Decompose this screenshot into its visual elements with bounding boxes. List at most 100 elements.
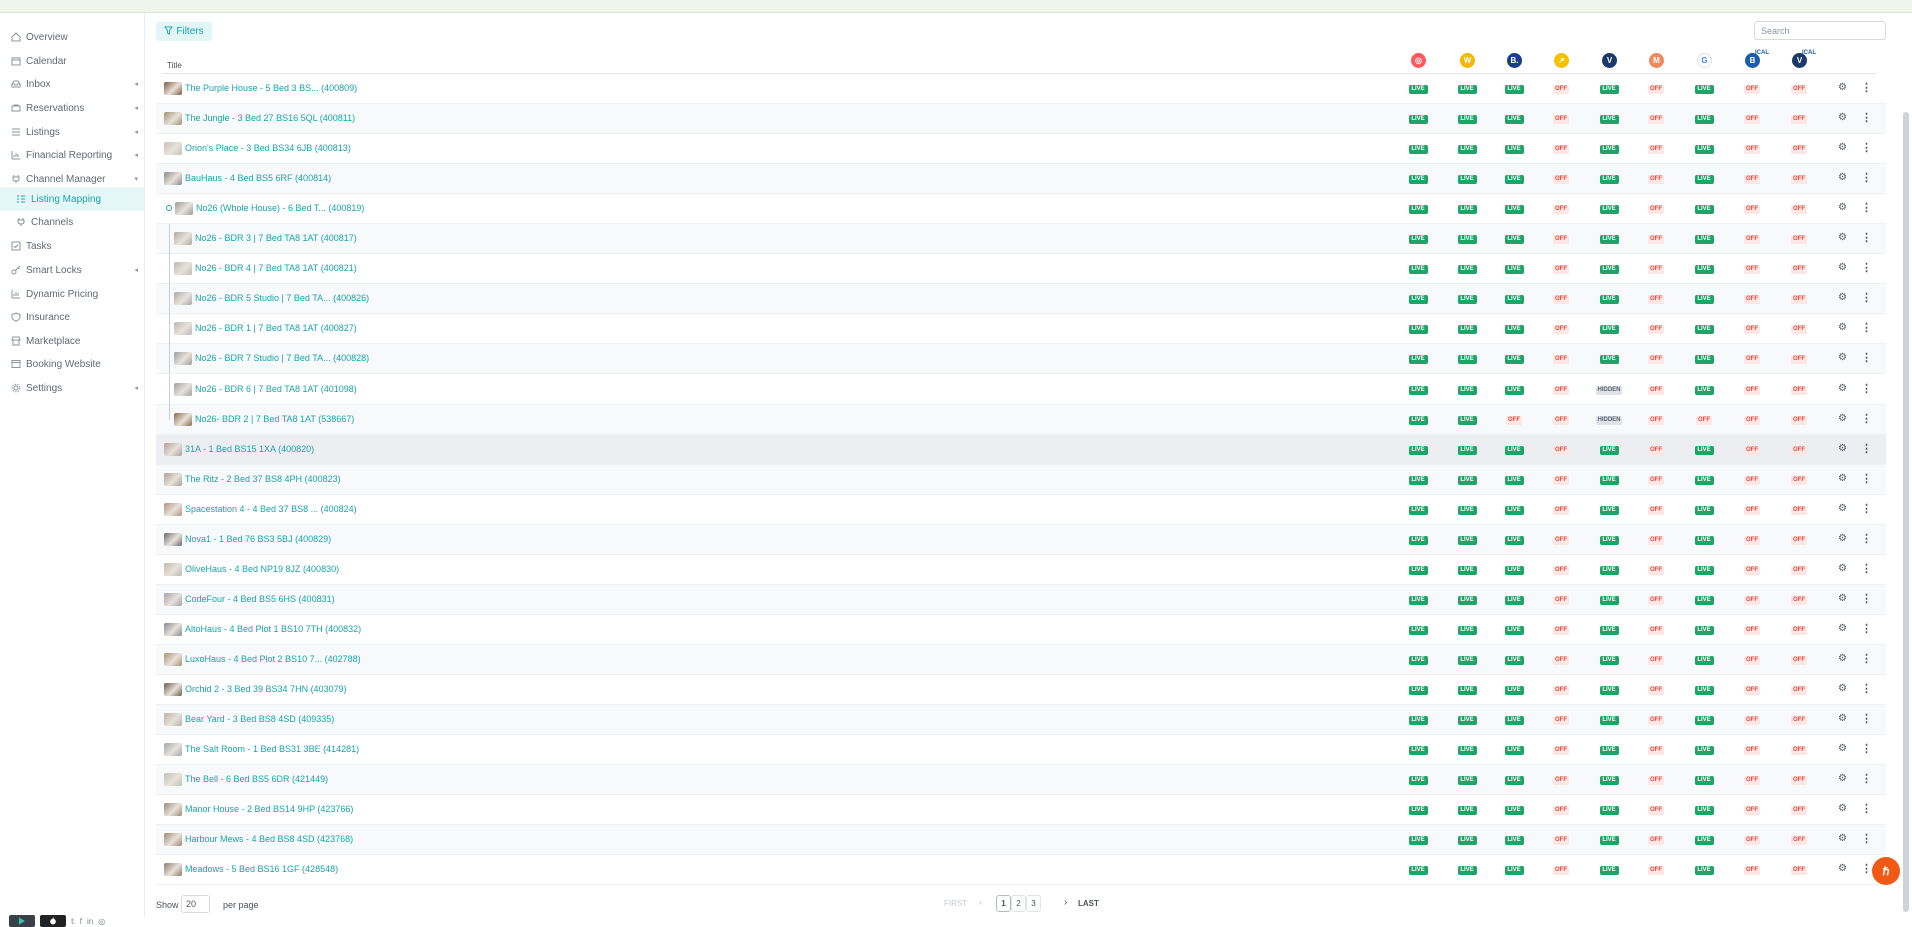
more-options-icon[interactable]: ⋮ (1861, 141, 1872, 154)
sidebar-item-financial-reporting[interactable]: Financial Reporting ◂ (0, 143, 144, 167)
table-row[interactable]: No26 - BDR 6 | 7 Bed TA8 1AT (401098) LIV… (156, 374, 1886, 405)
sidebar-item-smart-locks[interactable]: Smart Locks ◂ (0, 258, 144, 282)
status-badge[interactable]: LIVE (1504, 866, 1524, 876)
status-badge[interactable]: LIVE (1408, 866, 1428, 876)
settings-gear-icon[interactable]: ⚙ (1838, 383, 1847, 394)
settings-gear-icon[interactable]: ⚙ (1838, 503, 1847, 514)
table-row[interactable]: The Bell - 6 Bed BS5 6DR (421449) LIVE LIV… (156, 765, 1886, 796)
status-badge[interactable]: OFF (1791, 445, 1807, 455)
status-badge[interactable]: OFF (1648, 866, 1664, 876)
status-badge[interactable]: OFF (1553, 175, 1569, 185)
status-badge[interactable]: LIVE (1599, 686, 1619, 695)
status-badge[interactable]: OFF (1648, 475, 1664, 485)
status-badge[interactable]: OFF (1744, 145, 1760, 155)
listing-title-link[interactable]: The Purple House - 5 Bed 3 BS... (400809… (185, 83, 357, 93)
status-badge[interactable]: LIVE (1457, 355, 1477, 365)
status-badge[interactable]: OFF (1648, 836, 1664, 846)
sidebar-item-insurance[interactable]: Insurance (0, 305, 144, 329)
listing-title-link[interactable]: Harbour Mews - 4 Bed BS8 4SD (423768) (185, 834, 353, 844)
status-badge[interactable]: OFF (1553, 686, 1569, 695)
listing-title-link[interactable]: AltoHaus - 4 Bed Plot 1 BS10 7TH (400832… (185, 624, 361, 634)
status-badge[interactable]: LIVE (1694, 355, 1714, 365)
status-badge[interactable]: OFF (1744, 235, 1760, 245)
status-badge[interactable]: OFF (1744, 325, 1760, 335)
status-badge[interactable]: LIVE (1408, 595, 1428, 605)
status-badge[interactable]: OFF (1648, 85, 1664, 94)
settings-gear-icon[interactable]: ⚙ (1838, 292, 1847, 303)
more-options-icon[interactable]: ⋮ (1861, 622, 1872, 635)
status-badge[interactable]: OFF (1791, 716, 1807, 726)
status-badge[interactable]: LIVE (1408, 205, 1428, 215)
status-badge[interactable]: LIVE (1408, 806, 1428, 816)
status-badge[interactable]: OFF (1791, 866, 1807, 876)
status-badge[interactable]: OFF (1648, 746, 1664, 756)
settings-gear-icon[interactable]: ⚙ (1838, 443, 1847, 454)
table-row[interactable]: No26 - BDR 5 Studio | 7 Bed TA... (40082… (156, 284, 1886, 315)
status-badge[interactable]: OFF (1791, 235, 1807, 245)
table-row[interactable]: Manor House - 2 Bed BS14 9HP (423766) LIV… (156, 795, 1886, 826)
status-badge[interactable]: LIVE (1504, 295, 1524, 305)
status-badge[interactable]: OFF (1744, 776, 1760, 786)
status-badge[interactable]: OFF (1648, 235, 1664, 245)
status-badge[interactable]: LIVE (1408, 355, 1428, 365)
status-badge[interactable]: OFF (1553, 595, 1569, 605)
listing-title-link[interactable]: No26 - BDR 4 | 7 Bed TA8 1AT (400821) (195, 263, 357, 273)
status-badge[interactable]: OFF (1791, 85, 1807, 94)
status-badge[interactable]: OFF (1553, 145, 1569, 155)
status-badge[interactable]: OFF (1744, 535, 1760, 545)
status-badge[interactable]: LIVE (1457, 205, 1477, 215)
status-badge[interactable]: LIVE (1599, 505, 1619, 515)
status-badge[interactable]: LIVE (1408, 746, 1428, 756)
status-badge[interactable]: LIVE (1408, 535, 1428, 545)
more-options-icon[interactable]: ⋮ (1861, 592, 1872, 605)
status-badge[interactable]: LIVE (1694, 746, 1714, 756)
listing-title-link[interactable]: Nova1 - 1 Bed 76 BS3 5BJ (400829) (185, 534, 331, 544)
status-badge[interactable]: LIVE (1599, 205, 1619, 215)
settings-gear-icon[interactable]: ⚙ (1838, 773, 1847, 784)
listing-title-link[interactable]: Orchid 2 - 3 Bed 39 BS34 7HN (403079) (185, 684, 347, 694)
listing-title-link[interactable]: Orion's Place - 3 Bed BS34 6JB (400813) (185, 143, 351, 153)
settings-gear-icon[interactable]: ⚙ (1838, 623, 1847, 634)
status-badge[interactable]: LIVE (1599, 625, 1619, 635)
status-badge[interactable]: OFF (1744, 625, 1760, 635)
sidebar-item-inbox[interactable]: Inbox ◂ (0, 72, 144, 96)
status-badge[interactable]: OFF (1553, 325, 1569, 335)
settings-gear-icon[interactable]: ⚙ (1838, 142, 1847, 153)
status-badge[interactable]: OFF (1553, 655, 1569, 665)
status-badge[interactable]: OFF (1553, 716, 1569, 726)
status-badge[interactable]: LIVE (1457, 235, 1477, 245)
more-options-icon[interactable]: ⋮ (1861, 712, 1872, 725)
status-badge[interactable]: LIVE (1408, 265, 1428, 275)
status-badge[interactable]: LIVE (1408, 716, 1428, 726)
listing-title-link[interactable]: No26 (Whole House) - 6 Bed T... (400819) (196, 203, 364, 213)
facebook-icon[interactable]: f (80, 917, 82, 926)
status-badge[interactable]: OFF (1648, 565, 1664, 575)
listing-title-link[interactable]: Spacestation 4 - 4 Bed 37 BS8 ... (40082… (185, 504, 357, 514)
status-badge[interactable]: OFF (1791, 205, 1807, 215)
status-badge[interactable]: LIVE (1694, 776, 1714, 786)
settings-gear-icon[interactable]: ⚙ (1838, 533, 1847, 544)
status-badge[interactable]: OFF (1553, 746, 1569, 756)
status-badge[interactable]: OFF (1744, 295, 1760, 305)
listing-title-link[interactable]: Bear Yard - 3 Bed BS8 4SD (409335) (185, 714, 334, 724)
table-row[interactable]: Orion's Place - 3 Bed BS34 6JB (400813) L… (156, 134, 1886, 165)
status-badge[interactable]: OFF (1648, 625, 1664, 635)
more-options-icon[interactable]: ⋮ (1861, 171, 1872, 184)
status-badge[interactable]: LIVE (1599, 595, 1619, 605)
status-badge[interactable]: LIVE (1694, 565, 1714, 575)
more-options-icon[interactable]: ⋮ (1861, 412, 1872, 425)
page-number-2[interactable]: 2 (1011, 895, 1026, 912)
status-badge[interactable]: LIVE (1504, 265, 1524, 275)
status-badge[interactable]: OFF (1744, 445, 1760, 455)
status-badge[interactable]: OFF (1553, 355, 1569, 365)
more-options-icon[interactable]: ⋮ (1861, 562, 1872, 575)
prev-page-icon[interactable]: ‹ (979, 897, 982, 908)
status-badge[interactable]: LIVE (1457, 836, 1477, 846)
status-badge[interactable]: LIVE (1504, 505, 1524, 515)
settings-gear-icon[interactable]: ⚙ (1838, 202, 1847, 213)
status-badge[interactable]: LIVE (1408, 175, 1428, 185)
settings-gear-icon[interactable]: ⚙ (1838, 112, 1847, 123)
status-badge[interactable]: OFF (1648, 295, 1664, 305)
status-badge[interactable]: OFF (1791, 535, 1807, 545)
settings-gear-icon[interactable]: ⚙ (1838, 743, 1847, 754)
